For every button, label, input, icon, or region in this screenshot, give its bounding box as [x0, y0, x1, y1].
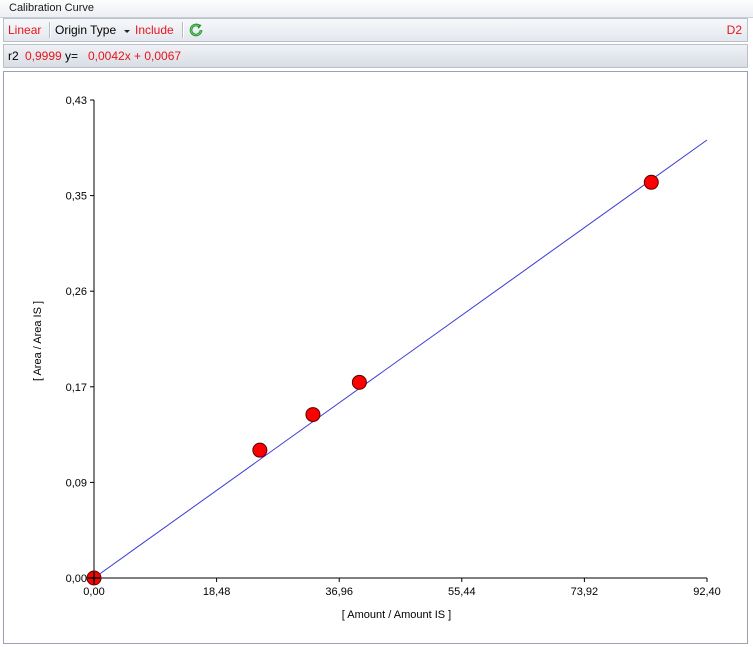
r2-label: r2 [8, 49, 19, 63]
equation-value: 0,0042x + 0,0067 [88, 49, 182, 63]
y-tick-label: 0,17 [66, 382, 87, 394]
y-axis-label: [ Area / Area IS ] [32, 301, 44, 381]
refresh-icon[interactable] [188, 22, 204, 38]
chart-area: 0,00 18,48 36,96 55,44 73,92 92,40 0,00 0,09 0,1… [3, 71, 748, 644]
panel-title: Calibration Curve [9, 2, 94, 14]
y-tick-label: 0,00 [66, 573, 87, 585]
y-tick-label: 0,35 [66, 191, 87, 203]
chart-axes [93, 100, 707, 579]
fit-line [93, 139, 708, 579]
include-button[interactable]: Include [135, 23, 174, 37]
panel-title-bar: Calibration Curve [0, 0, 753, 18]
x-tick-label: 18,48 [203, 586, 231, 598]
equation-label: y= [65, 49, 79, 63]
data-point[interactable] [305, 407, 321, 423]
regression-stats-bar: r2 0,9999 y= 0,0042x + 0,0067 [3, 44, 748, 68]
data-point[interactable] [643, 174, 659, 190]
toolbar: Linear Origin Type Include D2 [3, 18, 748, 42]
y-tick-label: 0,26 [66, 286, 87, 298]
origin-type-dropdown[interactable]: Origin Type [55, 23, 116, 37]
x-tick-label: 0,00 [83, 586, 104, 598]
toolbar-separator [182, 22, 184, 38]
fit-type-button[interactable]: Linear [8, 23, 41, 37]
data-point[interactable] [351, 374, 367, 390]
y-tick-label: 0,43 [66, 95, 87, 107]
data-point[interactable] [252, 442, 268, 458]
calibration-chart: 0,00 18,48 36,96 55,44 73,92 92,40 0,00 0,09 0,1… [32, 95, 721, 621]
x-tick-label: 73,92 [571, 586, 599, 598]
x-tick-label: 36,96 [325, 586, 353, 598]
x-axis-label: [ Amount / Amount IS ] [342, 609, 451, 621]
y-tick-label: 0,09 [66, 477, 87, 489]
sample-id-label: D2 [726, 23, 742, 37]
toolbar-separator [49, 22, 51, 38]
x-tick-label: 92,40 [693, 586, 721, 598]
chevron-down-icon [124, 30, 130, 33]
x-tick-label: 55,44 [448, 586, 476, 598]
r2-value: 0,9999 [25, 49, 62, 63]
